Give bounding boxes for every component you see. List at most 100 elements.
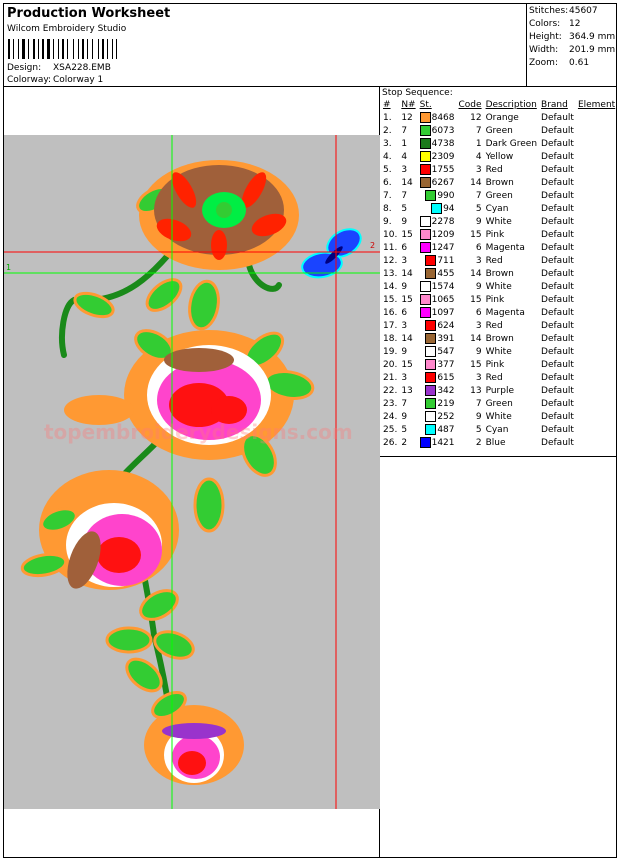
row-description: Pink xyxy=(485,229,505,240)
row-description: Red xyxy=(485,372,503,383)
row-description: Red xyxy=(485,164,503,175)
height-value: 364.9 mm xyxy=(569,32,616,42)
row-brand: Default xyxy=(541,229,574,240)
studio-name: Wilcom Embroidery Studio xyxy=(7,24,127,34)
row-index: 14. xyxy=(383,281,398,292)
stop-row: 13. 14 455 14 Brown Default xyxy=(381,267,617,280)
stitch-count: 1065 xyxy=(431,295,455,305)
row-stitches: 487 xyxy=(418,423,457,436)
row-stitches: 1065 xyxy=(418,293,457,306)
color-swatch xyxy=(431,203,443,214)
row-index: 22. xyxy=(383,385,398,396)
row-description: Brown xyxy=(485,333,514,344)
row-needle: 3 xyxy=(401,164,408,175)
color-swatch xyxy=(425,424,437,435)
row-index: 7. xyxy=(383,190,392,201)
row-code: 1 xyxy=(475,138,482,149)
row-description: Orange xyxy=(485,112,519,123)
row-stitches: 219 xyxy=(418,397,457,410)
row-needle: 4 xyxy=(401,151,408,162)
zoom-row: Zoom: 0.61 xyxy=(529,58,589,68)
row-description: Green xyxy=(485,190,513,201)
row-index: 17. xyxy=(383,320,398,331)
row-element xyxy=(576,332,617,345)
stop-row: 7. 7 990 7 Green Default xyxy=(381,189,617,202)
row-index: 23. xyxy=(383,398,398,409)
row-element xyxy=(576,163,617,176)
stitches-label: Stitches: xyxy=(529,6,569,16)
stop-row: 10. 15 1209 15 Pink Default xyxy=(381,228,617,241)
color-swatch xyxy=(419,216,431,227)
row-stitches: 6073 xyxy=(418,124,457,137)
row-code: 3 xyxy=(475,320,482,331)
row-index: 13. xyxy=(383,268,398,279)
row-stitches: 252 xyxy=(418,410,457,423)
row-needle: 2 xyxy=(401,437,408,448)
color-swatch xyxy=(425,268,437,279)
stitch-count: 94 xyxy=(443,204,455,214)
row-description: Magenta xyxy=(485,242,525,253)
row-description: Cyan xyxy=(485,424,509,435)
color-swatch xyxy=(425,190,437,201)
row-stitches: 1209 xyxy=(418,228,457,241)
stitch-count: 2278 xyxy=(431,217,455,227)
col-brand: Brand xyxy=(541,100,568,110)
stop-row: 14. 9 1574 9 White Default xyxy=(381,280,617,293)
row-index: 20. xyxy=(383,359,398,370)
row-code: 7 xyxy=(475,125,482,136)
row-index: 19. xyxy=(383,346,398,357)
row-brand: Default xyxy=(541,151,574,162)
watermark: topembroiderydesigns.com xyxy=(44,420,353,444)
color-swatch xyxy=(425,411,437,422)
row-brand: Default xyxy=(541,281,574,292)
colors-label: Colors: xyxy=(529,19,561,29)
row-needle: 15 xyxy=(401,229,413,240)
stop-row: 9. 9 2278 9 White Default xyxy=(381,215,617,228)
row-description: Magenta xyxy=(485,307,525,318)
row-description: Blue xyxy=(485,437,506,448)
stitch-count: 219 xyxy=(437,399,455,409)
stitch-count: 391 xyxy=(437,334,455,344)
row-index: 11. xyxy=(383,242,398,253)
row-brand: Default xyxy=(541,242,574,253)
row-code: 5 xyxy=(475,424,482,435)
color-swatch xyxy=(419,281,431,292)
row-description: Brown xyxy=(485,177,514,188)
row-index: 9. xyxy=(383,216,392,227)
row-code: 9 xyxy=(475,411,482,422)
row-brand: Default xyxy=(541,437,574,448)
col-index: # xyxy=(383,100,391,110)
stitch-count: 1755 xyxy=(431,165,455,175)
row-needle: 3 xyxy=(401,255,408,266)
color-swatch xyxy=(425,346,437,357)
design-preview: topembroiderydesigns.com 1 2 xyxy=(4,135,380,809)
width-label: Width: xyxy=(529,45,559,55)
color-swatch xyxy=(419,177,431,188)
row-needle: 7 xyxy=(401,398,408,409)
row-index: 10. xyxy=(383,229,398,240)
row-stitches: 547 xyxy=(418,345,457,358)
stop-sequence-title: Stop Sequence: xyxy=(382,88,453,98)
embroidery-artwork xyxy=(4,135,380,809)
row-brand: Default xyxy=(541,398,574,409)
stop-row: 6. 14 6267 14 Brown Default xyxy=(381,176,617,189)
row-index: 3. xyxy=(383,138,392,149)
stop-sequence-panel: Stop Sequence: # N# St. Code Description… xyxy=(380,87,617,858)
stop-row: 4. 4 2309 4 Yellow Default xyxy=(381,150,617,163)
zoom-label: Zoom: xyxy=(529,58,558,68)
row-brand: Default xyxy=(541,385,574,396)
row-element xyxy=(576,215,617,228)
row-description: White xyxy=(485,411,512,422)
row-code: 14 xyxy=(470,268,482,279)
colorway-label: Colorway: xyxy=(7,75,52,85)
row-code: 5 xyxy=(475,203,482,214)
row-needle: 3 xyxy=(401,372,408,383)
color-swatch xyxy=(419,294,431,305)
row-element xyxy=(576,176,617,189)
color-swatch xyxy=(419,151,431,162)
row-element xyxy=(576,410,617,423)
row-description: Purple xyxy=(485,385,514,396)
color-swatch xyxy=(419,242,431,253)
row-needle: 9 xyxy=(401,346,408,357)
row-description: White xyxy=(485,281,512,292)
